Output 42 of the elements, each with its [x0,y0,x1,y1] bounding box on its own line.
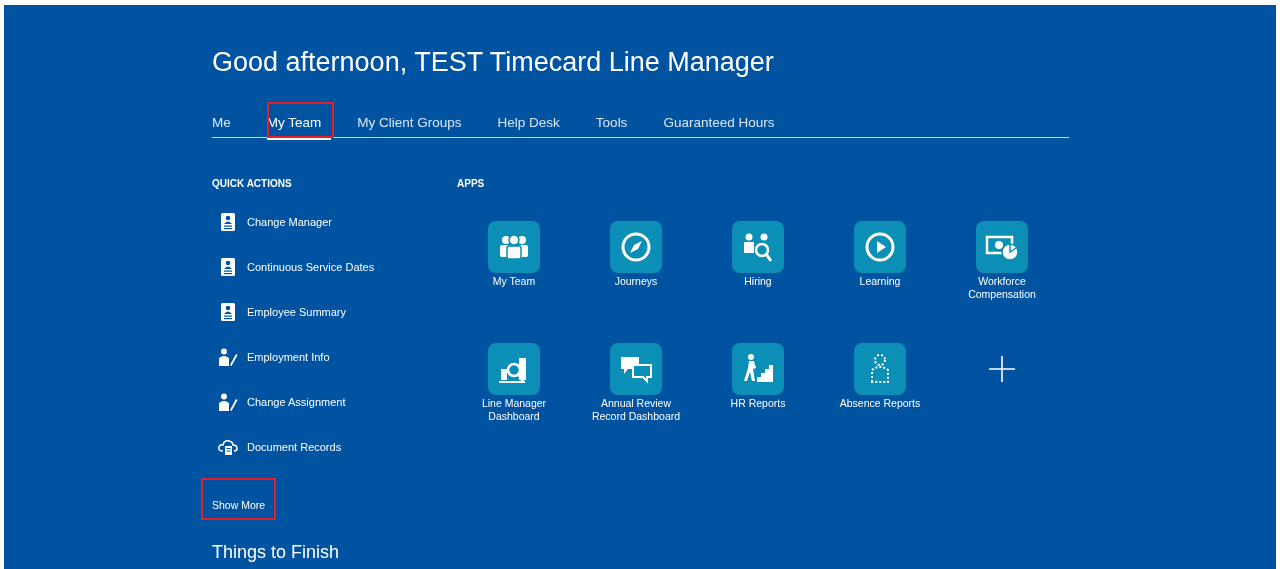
app-tile[interactable] [976,221,1028,273]
app-tile[interactable] [488,221,540,273]
quick-action-link[interactable]: Continuous Service Dates [220,258,457,276]
nav-tab[interactable]: Tools [595,112,638,140]
app-tile[interactable] [610,343,662,395]
section-title: Things to Finish [212,542,341,562]
cloud-document-icon [218,439,238,455]
app-label: My Team [491,275,537,288]
section-heading: APPS [457,177,486,191]
quick-action-link[interactable]: Employee Summary [220,303,457,321]
compass-icon [619,230,653,264]
app-label: Journeys [613,275,659,288]
nav-tab[interactable]: Me [212,112,241,140]
greeting-title: Good afternoon, TEST Timecard Line Manager [212,46,775,79]
app-label: Workforce Compensation [967,275,1037,301]
nav-tab[interactable]: My Client Groups [357,112,472,140]
quick-action-link[interactable]: Change Manager [220,213,457,231]
app-tile[interactable] [732,221,784,273]
quick-action-link[interactable]: Document Records [220,438,457,456]
app-label: HR Reports [729,397,787,410]
play-icon [863,230,897,264]
app-label: Learning [858,275,902,288]
app-label: Line Manager Dashboard [480,397,548,423]
app-tile[interactable] [488,343,540,395]
app-tile[interactable] [610,221,662,273]
show-more-link[interactable]: Show More [212,498,266,512]
person-pencil-icon [218,348,238,366]
app-tile[interactable] [854,221,906,273]
section-heading: QUICK ACTIONS [212,177,293,191]
nav-tab[interactable]: Guaranteed Hours [663,112,785,140]
app-label: Hiring [743,275,773,288]
quick-action-link[interactable]: Change Assignment [220,393,457,411]
app-label: Annual Review Record Dashboard [590,397,682,423]
app-tile[interactable] [854,343,906,395]
id-badge-icon [221,258,235,276]
app-label: Absence Reports [838,397,922,410]
id-badge-icon [221,213,235,231]
id-badge-icon [221,303,235,321]
nav-tab[interactable]: Help Desk [497,112,570,140]
person-pencil-icon [218,393,238,411]
app-tile[interactable] [732,343,784,395]
quick-action-link[interactable]: Employment Info [220,348,457,366]
